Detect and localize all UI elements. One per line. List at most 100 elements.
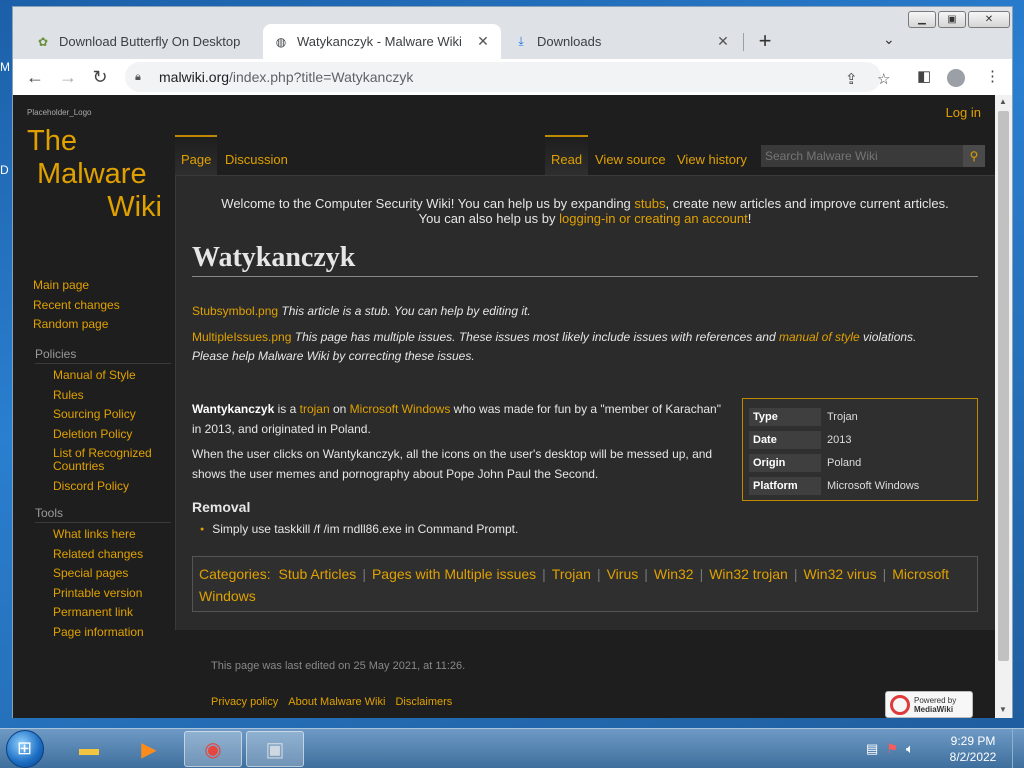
category-separator: | xyxy=(542,566,546,582)
policies-heading: Policies xyxy=(35,347,171,364)
action-center-flag-icon[interactable]: ⚑ xyxy=(886,741,898,757)
tab-download-butterfly[interactable]: ✿ Download Butterfly On Desktop xyxy=(25,24,261,59)
category-stub-articles[interactable]: Stub Articles xyxy=(278,566,356,582)
nav-sourcing-policy[interactable]: Sourcing Policy xyxy=(33,405,171,425)
badge-text: Powered by xyxy=(914,695,957,705)
scroll-thumb[interactable] xyxy=(998,111,1009,661)
browser-toolbar: ← → ↻ 🔒︎ malwiki.org/index.php?title=Wat… xyxy=(13,59,1012,95)
infobox-key: Date xyxy=(749,430,821,449)
nav-rules[interactable]: Rules xyxy=(33,386,171,406)
category-win32-virus[interactable]: Win32 virus xyxy=(803,566,876,582)
page-scrollbar[interactable]: ▲ ▼ xyxy=(995,95,1012,718)
category-separator: | xyxy=(793,566,798,582)
category-trojan[interactable]: Trojan xyxy=(552,566,591,582)
nav-permanent-link[interactable]: Permanent link xyxy=(33,603,171,623)
infobox-value: 2013 xyxy=(827,433,852,446)
nav-main-page[interactable]: Main page xyxy=(33,276,171,296)
tab-page[interactable]: Page xyxy=(175,135,218,175)
tab-downloads[interactable]: ⤓ Downloads ✕ xyxy=(503,24,741,59)
nav-manual-of-style[interactable]: Manual of Style xyxy=(33,366,171,386)
desktop-icon-fragment[interactable]: D xyxy=(0,163,9,177)
nav-page-information[interactable]: Page information xyxy=(33,623,171,643)
category-multiple-issues[interactable]: Pages with Multiple issues xyxy=(372,566,536,582)
about-link[interactable]: About Malware Wiki xyxy=(288,696,385,708)
search-icon[interactable]: ⚲ xyxy=(963,145,985,167)
network-app-icon[interactable]: ▣ xyxy=(246,731,304,767)
show-desktop-button[interactable] xyxy=(1012,729,1024,768)
forward-button[interactable]: → xyxy=(56,65,80,89)
nav-recent-changes[interactable]: Recent changes xyxy=(33,296,171,316)
side-panel-icon[interactable]: ◧ xyxy=(917,67,931,85)
nav-deletion-policy[interactable]: Deletion Policy xyxy=(33,425,171,445)
infobox-key: Type xyxy=(749,407,821,426)
nav-discord-policy[interactable]: Discord Policy xyxy=(33,477,171,497)
system-clock[interactable]: 9:29 PM 8/2/2022 xyxy=(945,733,1001,765)
nav-printable-version[interactable]: Printable version xyxy=(33,584,171,604)
tab-title: Downloads xyxy=(537,34,602,49)
tab-discussion[interactable]: Discussion xyxy=(219,135,294,175)
system-tray: ▤ ⚑ 🔈︎ xyxy=(866,741,914,757)
url-path: /index.php?title=Watykanczyk xyxy=(229,69,414,85)
minimize-button[interactable]: ▁ xyxy=(908,11,936,28)
reload-button[interactable]: ↻ xyxy=(88,65,112,89)
infobox-key: Platform xyxy=(749,476,821,495)
tab-title: Watykanczyk - Malware Wiki xyxy=(297,34,462,49)
behavior-paragraph: When the user clicks on Wantykanczyk, al… xyxy=(192,447,713,481)
microsoft-windows-link[interactable]: Microsoft Windows xyxy=(350,402,451,416)
privacy-policy-link[interactable]: Privacy policy xyxy=(211,696,278,708)
categories-label-link[interactable]: Categories: xyxy=(199,566,271,582)
issues-text: Please help Malware Wiki by correcting t… xyxy=(192,349,475,363)
start-button[interactable] xyxy=(6,730,44,768)
chrome-icon[interactable]: ◉ xyxy=(184,731,242,767)
category-win32[interactable]: Win32 xyxy=(654,566,694,582)
trojan-link[interactable]: trojan xyxy=(300,402,330,416)
category-virus[interactable]: Virus xyxy=(607,566,639,582)
nav-tools-list: What links here Related changes Special … xyxy=(33,525,171,642)
stub-image-link[interactable]: Stubsymbol.png xyxy=(192,304,278,318)
login-link[interactable]: Log in xyxy=(946,105,981,120)
tab-read[interactable]: Read xyxy=(545,135,589,175)
stubs-link[interactable]: stubs xyxy=(634,196,665,211)
scroll-down-icon[interactable]: ▼ xyxy=(999,705,1007,714)
nav-related-changes[interactable]: Related changes xyxy=(33,545,171,565)
address-bar[interactable]: 🔒︎ malwiki.org/index.php?title=Watykancz… xyxy=(125,62,890,92)
multiple-issues-image-link[interactable]: MultipleIssues.png xyxy=(192,330,291,344)
tab-search-chevron-icon[interactable]: ⌄ xyxy=(883,31,895,48)
explorer-icon[interactable]: ▬ xyxy=(60,731,118,767)
desktop-icon-fragment[interactable]: M xyxy=(0,60,10,74)
search-input[interactable] xyxy=(761,145,963,167)
nav-random-page[interactable]: Random page xyxy=(33,315,171,335)
network-icon[interactable]: ▤ xyxy=(866,741,878,757)
volume-icon[interactable]: 🔈︎ xyxy=(906,741,914,757)
tab-view-history[interactable]: View history xyxy=(671,135,753,175)
share-icon[interactable]: ⇪ xyxy=(845,70,858,88)
back-button[interactable]: ← xyxy=(23,65,47,89)
tab-title: Download Butterfly On Desktop xyxy=(59,34,241,49)
nav-policies-list: Manual of Style Rules Sourcing Policy De… xyxy=(33,366,171,497)
category-win32-trojan[interactable]: Win32 trojan xyxy=(709,566,788,582)
wiki-logo[interactable]: The Malware Wiki xyxy=(27,125,162,224)
close-window-button[interactable]: ✕ xyxy=(968,11,1010,28)
nav-special-pages[interactable]: Special pages xyxy=(33,564,171,584)
nav-what-links-here[interactable]: What links here xyxy=(33,525,171,545)
tab-close-icon[interactable]: ✕ xyxy=(475,33,491,50)
para-text: on xyxy=(329,402,350,416)
media-player-icon[interactable]: ▶ xyxy=(120,731,178,767)
tab-close-icon[interactable]: ✕ xyxy=(715,33,731,50)
profile-avatar[interactable] xyxy=(947,69,965,87)
menu-kebab-icon[interactable]: ⋮ xyxy=(985,67,1000,85)
bookmark-star-icon[interactable]: ☆ xyxy=(877,70,890,88)
tab-view-source[interactable]: View source xyxy=(589,135,672,175)
tab-watykanczyk[interactable]: ◍ Watykanczyk - Malware Wiki ✕ xyxy=(263,24,501,59)
manual-of-style-link[interactable]: manual of style xyxy=(779,330,860,344)
scroll-up-icon[interactable]: ▲ xyxy=(999,97,1007,106)
wiki-tabs: Page Discussion Read View source View hi… xyxy=(175,135,995,175)
login-create-account-link[interactable]: logging-in or creating an account xyxy=(559,211,748,226)
lock-icon[interactable]: 🔒︎ xyxy=(135,71,149,84)
new-tab-button[interactable]: + xyxy=(751,27,779,55)
powered-by-mediawiki-badge[interactable]: Powered by MediaWiki xyxy=(885,691,973,718)
disclaimers-link[interactable]: Disclaimers xyxy=(395,696,452,708)
nav-list-recognized-countries[interactable]: List of Recognized Countries xyxy=(33,447,171,473)
para-text: is a xyxy=(274,402,300,416)
maximize-button[interactable]: ▣ xyxy=(938,11,966,28)
